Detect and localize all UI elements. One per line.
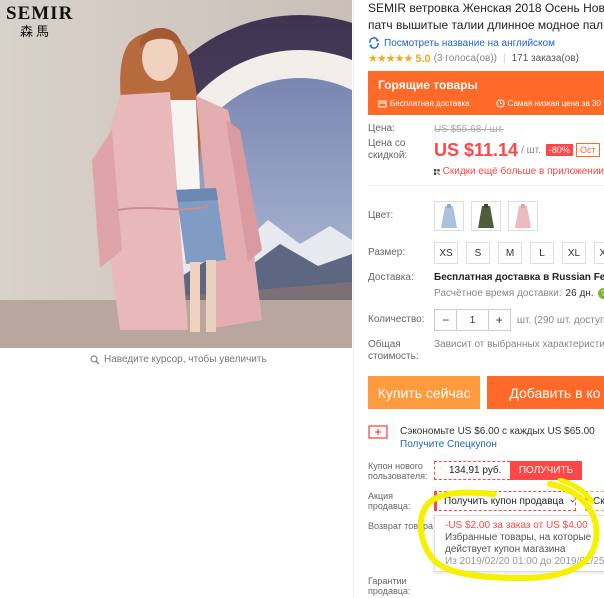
qr-code-icon bbox=[434, 168, 440, 175]
product-title-line-1: SEMIR ветровка Женская 2018 Осень Новы bbox=[368, 1, 604, 15]
size-option-m[interactable]: M bbox=[498, 242, 522, 264]
orders-count: 171 заказа(ов) bbox=[511, 53, 579, 64]
new-user-coupon-label: Купон нового пользователя: bbox=[368, 461, 428, 481]
seller-coupon-dropdown-text: Получить купон продавца bbox=[444, 495, 564, 507]
seller-promo-label: Акция продавца: bbox=[368, 491, 411, 511]
jacket-thumb-pink bbox=[515, 204, 531, 228]
rating-value: 5.0 bbox=[415, 52, 431, 65]
rating-stars-icon: ★★★★★ bbox=[368, 53, 413, 65]
add-to-cart-button[interactable]: Добавить в ко bbox=[487, 376, 604, 409]
size-option-s[interactable]: S bbox=[466, 242, 490, 264]
old-price: US $55.68 / шт. bbox=[434, 123, 504, 135]
new-price: US $11.14 bbox=[434, 139, 519, 160]
rating-row: ★★★★★ 5.0 (3 голоса(ов)) | 171 заказа(ов… bbox=[368, 52, 604, 66]
brand-logo: SEMIR 森馬 bbox=[6, 4, 73, 39]
translate-link-text[interactable]: Посмотреть название на английском bbox=[384, 38, 555, 49]
brand-name-en: SEMIR bbox=[6, 3, 74, 24]
new-user-coupon: Купон нового пользователя: 134,91 руб. П… bbox=[368, 461, 604, 481]
hot-lowest-price-text: Самая низкая цена за 30 bbox=[507, 99, 601, 108]
jacket-thumb-blue bbox=[441, 204, 457, 228]
coupon-icon bbox=[368, 425, 388, 439]
product-title-line-2: патч вышитые талии длинное модное пал bbox=[368, 18, 604, 32]
delivery-estimate-label: Расчётное время доставки: bbox=[434, 288, 562, 299]
size-option-xl[interactable]: XL bbox=[562, 242, 586, 264]
per-unit: / шт. bbox=[521, 144, 541, 156]
store-discount-dropdown[interactable]: Ск bbox=[585, 491, 604, 511]
color-option-light-blue[interactable] bbox=[434, 201, 464, 231]
hot-lowest-price: Самая низкая цена за 30 bbox=[495, 99, 601, 108]
color-option-pink[interactable] bbox=[508, 201, 538, 231]
returns-section: Возврат товара -US $2.00 за заказ от US … bbox=[368, 515, 604, 572]
coupon-scope: Избранные товары, на которые действует к… bbox=[445, 532, 592, 555]
size-option-xs[interactable]: XS bbox=[434, 242, 458, 264]
shipping-value[interactable]: Бесплатная доставка в Russian Fede bbox=[434, 272, 604, 283]
quantity-minus-button[interactable]: − bbox=[435, 310, 456, 330]
translate-title-link[interactable]: Посмотреть название на английском bbox=[368, 37, 604, 49]
color-selector: Цвет: bbox=[368, 194, 604, 238]
delivery-estimate-value: 26 дн. bbox=[565, 288, 594, 299]
divider bbox=[368, 185, 604, 186]
jacket-thumb-olive bbox=[478, 204, 494, 228]
product-title: SEMIR ветровка Женская 2018 Осень Новы п… bbox=[368, 0, 604, 34]
rating-count[interactable]: (3 голоса(ов)) bbox=[434, 53, 497, 64]
seller-promo: Акция продавца: Получить купон продавца … bbox=[368, 491, 604, 511]
purchase-actions: Купить сейчас Добавить в ко bbox=[368, 376, 604, 409]
get-coupon-button[interactable]: ПОЛУЧИТЬ bbox=[510, 461, 582, 480]
price-label: Цена: bbox=[368, 123, 395, 134]
translate-icon bbox=[369, 37, 379, 49]
special-coupon-link[interactable]: Получите Спецкупон bbox=[400, 438, 595, 451]
color-label: Цвет: bbox=[368, 210, 394, 221]
size-label: Размер: bbox=[368, 247, 406, 258]
quantity-stepper: − 1 + bbox=[434, 309, 511, 331]
coupon-validity: Из 2019/02/20 01:00 до 2019/02/25 23 bbox=[445, 556, 604, 567]
quantity-plus-button[interactable]: + bbox=[489, 310, 510, 330]
hot-deals-title: Горящие товары bbox=[378, 78, 478, 92]
size-selector: Размер: XS S M L XL XX bbox=[368, 242, 604, 264]
box-icon bbox=[378, 100, 387, 108]
guarantees-label: Гарантии продавца: bbox=[368, 576, 411, 596]
coupon-details-popup: -US $2.00 за заказ от US $4.00 Избранные… bbox=[434, 515, 604, 572]
savings-text: Сэкономьте US $6.00 с каждых US $65.00 bbox=[400, 426, 595, 437]
stock-available: шт. (290 шт. доступно) bbox=[517, 314, 604, 326]
quantity-input[interactable]: 1 bbox=[456, 310, 489, 330]
seller-coupon-dropdown[interactable]: Получить купон продавца bbox=[434, 491, 576, 511]
discount-badge: -80% bbox=[545, 144, 573, 156]
total-value: Зависит от выбранных характеристик bbox=[434, 339, 604, 350]
quantity-label: Количество: bbox=[368, 314, 425, 325]
shipping-section: Доставка: Бесплатная доставка в Russian … bbox=[368, 272, 604, 299]
coupon-condition: -US $2.00 за заказ от US $4.00 bbox=[445, 520, 588, 531]
product-photo bbox=[0, 0, 352, 348]
clock-icon bbox=[495, 99, 505, 108]
savings-promo: Сэкономьте US $6.00 с каждых US $65.00 П… bbox=[368, 425, 604, 451]
column-divider bbox=[353, 0, 354, 598]
new-user-coupon-value: 134,91 руб. bbox=[434, 461, 510, 480]
help-icon[interactable]: ? bbox=[597, 288, 604, 299]
hot-free-shipping-text: Бесплатная доставка bbox=[390, 99, 470, 108]
price-section: Цена: US $55.68 / шт. Цена со скидкой: U… bbox=[368, 123, 604, 177]
hot-free-shipping: Бесплатная доставка bbox=[378, 99, 470, 108]
shipping-label: Доставка: bbox=[368, 272, 414, 283]
time-left-badge: Ост bbox=[575, 143, 600, 157]
color-option-olive[interactable] bbox=[471, 201, 501, 231]
hot-deals-banner: Горящие товары Бесплатная доставка Самая… bbox=[368, 71, 604, 115]
guarantees-section: Гарантии продавца: bbox=[368, 576, 604, 596]
app-discount-text[interactable]: Скидки ещё больше в приложении bbox=[443, 166, 604, 177]
discount-price-label: Цена со скидкой: bbox=[368, 138, 408, 161]
app-discount-link[interactable]: Скидки ещё больше в приложении bbox=[434, 166, 604, 177]
total-label: Общая стоимость: bbox=[368, 339, 419, 362]
brand-name-cn: 森馬 bbox=[20, 25, 53, 40]
size-option-l[interactable]: L bbox=[530, 242, 554, 264]
zoom-hint: Наведите курсор, чтобы увеличить bbox=[90, 354, 267, 365]
chevron-down-icon bbox=[570, 499, 575, 503]
quantity-section: Количество: − 1 + шт. (290 шт. доступно) bbox=[368, 309, 604, 331]
total-section: Общая стоимость: Зависит от выбранных ха… bbox=[368, 339, 604, 363]
returns-label: Возврат товара bbox=[368, 521, 433, 531]
buy-now-button[interactable]: Купить сейчас bbox=[368, 376, 481, 409]
product-main-image[interactable]: SEMIR 森馬 bbox=[0, 0, 352, 348]
rating-separator: | bbox=[502, 53, 506, 64]
size-option-xx[interactable]: XX bbox=[594, 242, 604, 264]
product-info-panel: SEMIR ветровка Женская 2018 Осень Новы п… bbox=[368, 0, 604, 598]
magnifier-icon bbox=[90, 354, 100, 364]
zoom-hint-text: Наведите курсор, чтобы увеличить bbox=[104, 354, 267, 365]
